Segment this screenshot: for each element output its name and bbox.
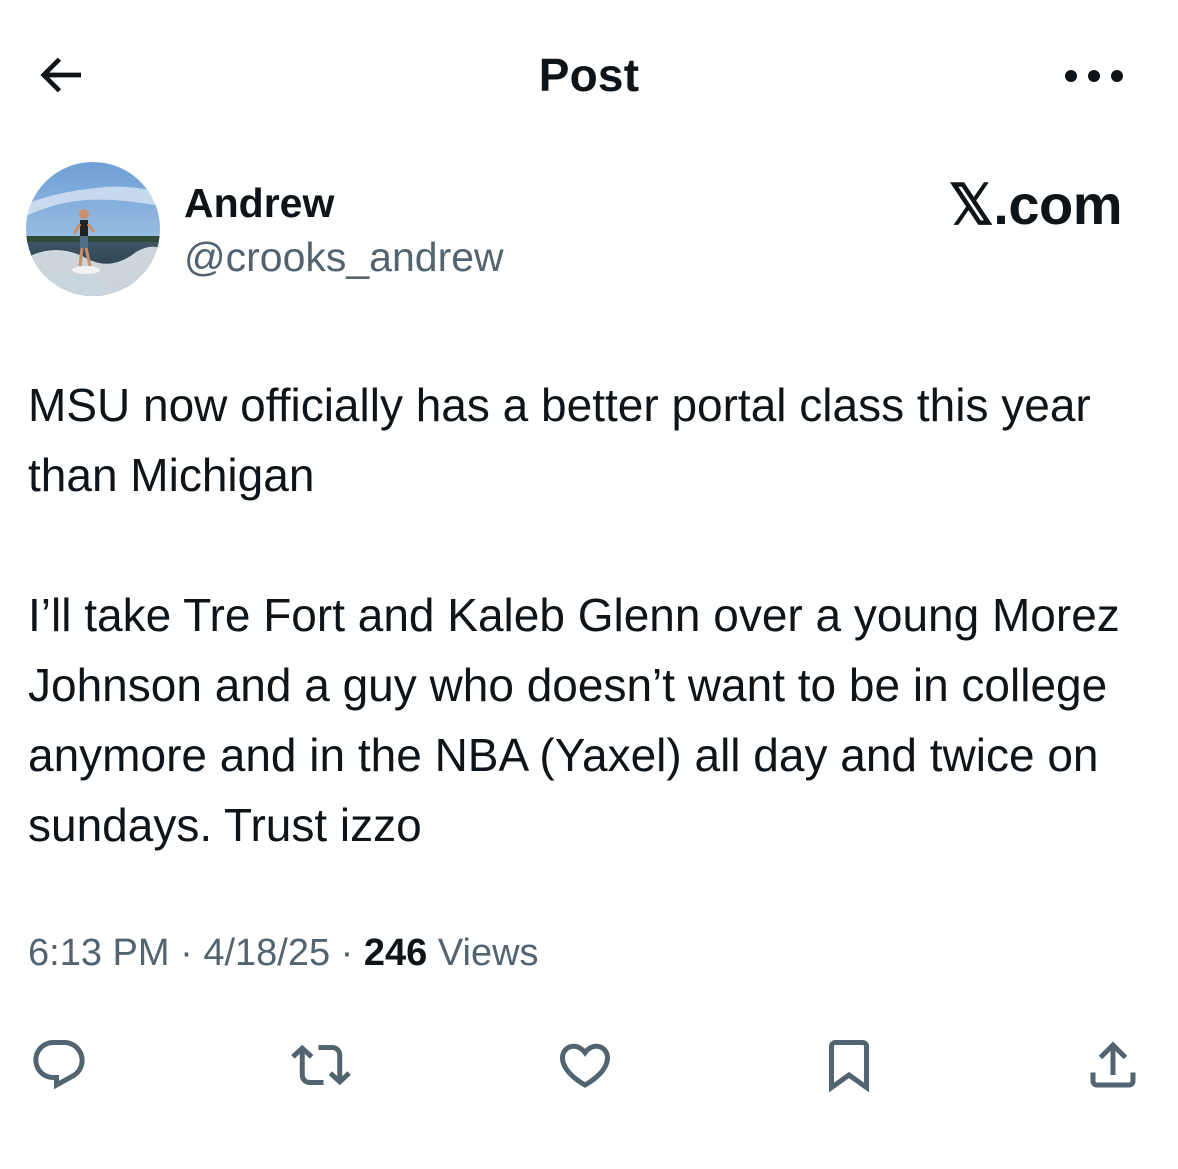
reply-icon xyxy=(33,1040,85,1090)
more-options-button[interactable] xyxy=(1058,56,1130,96)
post-meta: 6:13 PM · 4/18/25 · 246 Views xyxy=(28,932,539,975)
views-count: 246 xyxy=(363,932,428,974)
heart-icon xyxy=(559,1043,611,1088)
source-watermark: 𝕏.com xyxy=(948,173,1123,236)
meta-separator: · xyxy=(169,932,204,974)
author-handle[interactable]: @crooks_andrew xyxy=(184,234,504,281)
post-date[interactable]: 4/18/25 xyxy=(203,932,330,974)
author-display-name[interactable]: Andrew xyxy=(184,180,334,227)
like-button[interactable] xyxy=(550,1030,620,1100)
repost-button[interactable] xyxy=(286,1030,356,1100)
bookmark-icon xyxy=(829,1040,869,1093)
reply-button[interactable] xyxy=(24,1030,94,1100)
meta-separator: · xyxy=(330,932,364,974)
post-text: MSU now officially has a better portal c… xyxy=(28,370,1158,860)
post-time[interactable]: 6:13 PM xyxy=(28,932,170,974)
post-paragraph: I’ll take Tre Fort and Kaleb Glenn over … xyxy=(28,589,1120,851)
avatar[interactable] xyxy=(26,162,160,296)
share-button[interactable] xyxy=(1078,1030,1148,1100)
repost-icon xyxy=(291,1044,351,1086)
avatar-photo xyxy=(26,162,160,296)
views-label: Views xyxy=(427,932,539,974)
share-icon xyxy=(1090,1041,1136,1088)
bookmark-button[interactable] xyxy=(814,1030,884,1100)
page-title: Post xyxy=(538,49,640,101)
post-paragraph: MSU now officially has a better portal c… xyxy=(28,379,1091,501)
more-horizontal-icon xyxy=(1065,70,1123,82)
